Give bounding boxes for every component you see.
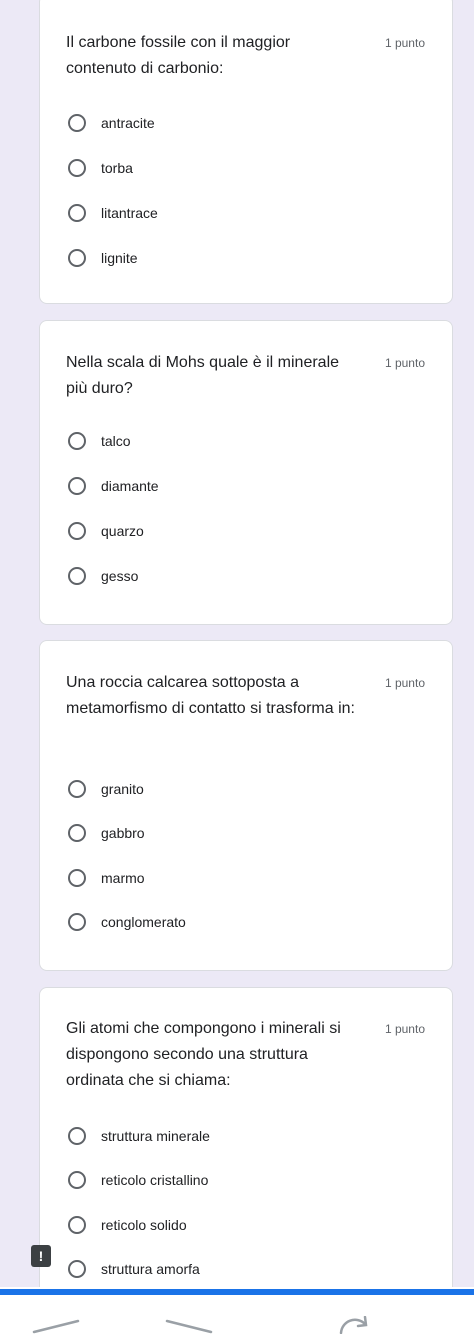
- question-card-1: Il carbone fossile con il maggior conten…: [39, 0, 453, 304]
- option-label: diamante: [101, 478, 159, 494]
- points-label: 1 punto: [384, 1022, 425, 1036]
- option-litantrace[interactable]: litantrace: [66, 201, 426, 225]
- radio-button[interactable]: [68, 477, 86, 495]
- question-card-3: Una roccia calcarea sottoposta a metamor…: [39, 640, 453, 971]
- forward-chevron-icon[interactable]: [165, 1318, 215, 1334]
- question-text: Gli atomi che compongono i minerali si d…: [66, 1020, 341, 1089]
- option-label: quarzo: [101, 523, 144, 539]
- option-label: marmo: [101, 870, 145, 886]
- back-chevron-icon[interactable]: [30, 1318, 80, 1334]
- option-label: struttura amorfa: [101, 1261, 200, 1277]
- radio-button[interactable]: [68, 1127, 86, 1145]
- radio-button[interactable]: [68, 1260, 86, 1278]
- option-struttura-minerale[interactable]: struttura minerale: [66, 1124, 426, 1148]
- radio-button[interactable]: [68, 432, 86, 450]
- option-torba[interactable]: torba: [66, 156, 426, 180]
- question-text: Il carbone fossile con il maggior conten…: [66, 34, 291, 77]
- radio-button[interactable]: [68, 1171, 86, 1189]
- option-antracite[interactable]: antracite: [66, 111, 426, 135]
- option-label: reticolo cristallino: [101, 1172, 209, 1188]
- option-label: lignite: [101, 250, 138, 266]
- radio-button[interactable]: [68, 913, 86, 931]
- option-reticolo-solido[interactable]: reticolo solido: [66, 1213, 426, 1237]
- option-label: talco: [101, 433, 131, 449]
- option-lignite[interactable]: lignite: [66, 246, 426, 270]
- question-card-4: Gli atomi che compongono i minerali si d…: [39, 987, 453, 1307]
- option-conglomerato[interactable]: conglomerato: [66, 910, 426, 934]
- radio-button[interactable]: [68, 522, 86, 540]
- radio-button[interactable]: [68, 869, 86, 887]
- option-label: antracite: [101, 115, 155, 131]
- radio-button[interactable]: [68, 567, 86, 585]
- option-label: litantrace: [101, 205, 158, 221]
- option-label: reticolo solido: [101, 1217, 187, 1233]
- radio-button[interactable]: [68, 159, 86, 177]
- option-label: gesso: [101, 568, 139, 584]
- points-label: 1 punto: [384, 676, 425, 690]
- page-progress-line: [0, 1289, 474, 1295]
- radio-button[interactable]: [68, 780, 86, 798]
- option-label: gabbro: [101, 825, 145, 841]
- radio-button[interactable]: [68, 204, 86, 222]
- radio-button[interactable]: [68, 824, 86, 842]
- option-gabbro[interactable]: gabbro: [66, 821, 426, 845]
- option-talco[interactable]: talco: [66, 429, 426, 453]
- option-marmo[interactable]: marmo: [66, 866, 426, 890]
- option-quarzo[interactable]: quarzo: [66, 519, 426, 543]
- reload-icon[interactable]: [335, 1316, 375, 1334]
- option-label: torba: [101, 160, 133, 176]
- report-button[interactable]: !: [31, 1245, 51, 1267]
- question-card-2: Nella scala di Mohs quale è il minerale …: [39, 320, 453, 625]
- question-text: Una roccia calcarea sottoposta a metamor…: [66, 674, 355, 717]
- option-reticolo-cristallino[interactable]: reticolo cristallino: [66, 1168, 426, 1192]
- radio-button[interactable]: [68, 114, 86, 132]
- points-label: 1 punto: [384, 356, 425, 370]
- option-gesso[interactable]: gesso: [66, 564, 426, 588]
- option-label: struttura minerale: [101, 1128, 210, 1144]
- option-granito[interactable]: granito: [66, 777, 426, 801]
- option-label: conglomerato: [101, 914, 186, 930]
- option-diamante[interactable]: diamante: [66, 474, 426, 498]
- exclamation-icon: !: [38, 1248, 44, 1264]
- radio-button[interactable]: [68, 249, 86, 267]
- option-label: granito: [101, 781, 144, 797]
- radio-button[interactable]: [68, 1216, 86, 1234]
- question-text: Nella scala di Mohs quale è il minerale …: [66, 354, 340, 397]
- option-struttura-amorfa[interactable]: struttura amorfa: [66, 1257, 426, 1281]
- points-label: 1 punto: [384, 36, 425, 50]
